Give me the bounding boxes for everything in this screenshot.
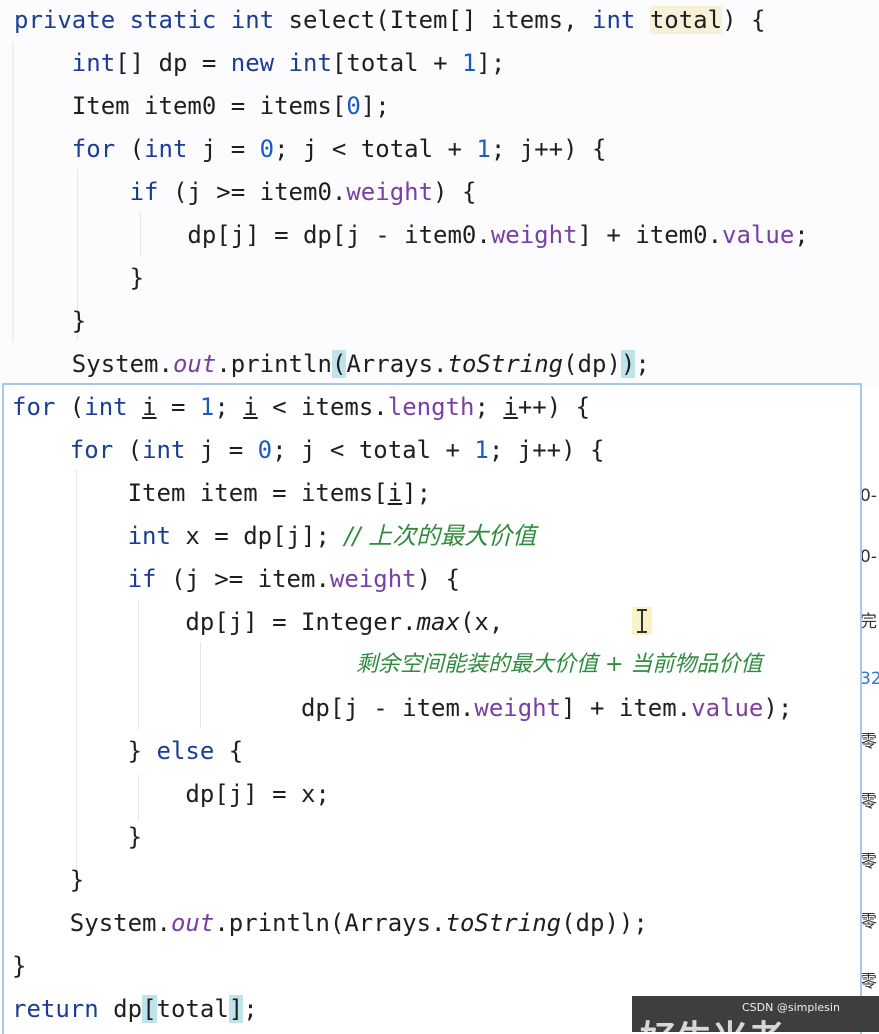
code-line-13: System.out.println(Arrays.toString(dp)); (12, 909, 648, 937)
strip-text: 零 (860, 792, 877, 812)
code-line-9: } else { (12, 737, 244, 765)
top-code-panel[interactable]: private static int select(Item[] items, … (0, 0, 879, 386)
code-line-7: } (14, 264, 145, 292)
code-line-6: dp[j] = dp[j - item0.weight] + item0.val… (14, 221, 809, 249)
matched-paren: ( (331, 350, 347, 378)
code-comment: // 上次的最大价值 (344, 522, 537, 550)
code-line-1: for (int i = 1; i < items.length; i++) { (12, 393, 591, 421)
strip-text: 零 (860, 972, 877, 992)
code-line-15: return dp[total]; (12, 995, 258, 1023)
strip-text: 完 (860, 612, 877, 632)
code-line-2: int[] dp = new int[total + 1]; (71, 49, 506, 77)
strip-text: 零 (860, 732, 877, 752)
watermark-credit: CSDN @simplesin (742, 1001, 840, 1014)
code-line-9: System.out.println(Arrays.toString(dp)); (14, 350, 650, 378)
code-line-8: dp[j - item.weight] + item.value); (12, 694, 793, 722)
matched-paren: ) (620, 350, 636, 378)
code-line-11: } (12, 823, 143, 851)
code-line-5: if (j >= item.weight) { (127, 565, 460, 593)
bottom-code-panel[interactable]: for (int i = 1; i < items.length; i++) {… (2, 383, 862, 1034)
strip-text: 0- (860, 547, 877, 567)
code-line-4: for (int j = 0; j < total + 1; j++) { (71, 135, 607, 163)
inline-hint-comment: 剩余空间能装的最大价值 + 当前物品价值 (356, 652, 763, 677)
matched-bracket: ] (228, 995, 244, 1023)
code-line-6: dp[j] = Integer.max(x, (12, 608, 504, 636)
code-line-14: } (12, 952, 27, 980)
code-line-5: if (j >= item0.weight) { (129, 178, 477, 206)
watermark: 好牛米老 CSDN @simplesin (632, 996, 879, 1032)
matched-bracket: [ (142, 995, 157, 1023)
text-cursor-icon (637, 609, 647, 633)
strip-text: 0- (860, 486, 877, 506)
strip-text: 零 (860, 912, 877, 932)
code-line-8: } (14, 307, 87, 335)
code-line-1: private static int select(Item[] items, … (14, 6, 766, 34)
code-line-3: Item item0 = items[0]; (14, 92, 390, 120)
code-line-3: Item item = items[i]; (12, 479, 432, 507)
strip-text: 零 (860, 852, 877, 872)
code-line-12: } (12, 866, 85, 894)
code-line-10: dp[j] = x; (12, 780, 330, 808)
code-line-2: for (int j = 0; j < total + 1; j++) { (69, 436, 605, 464)
code-line-4: int x = dp[j]; // 上次的最大价值 (127, 522, 537, 550)
strip-text: 32- (860, 669, 879, 689)
